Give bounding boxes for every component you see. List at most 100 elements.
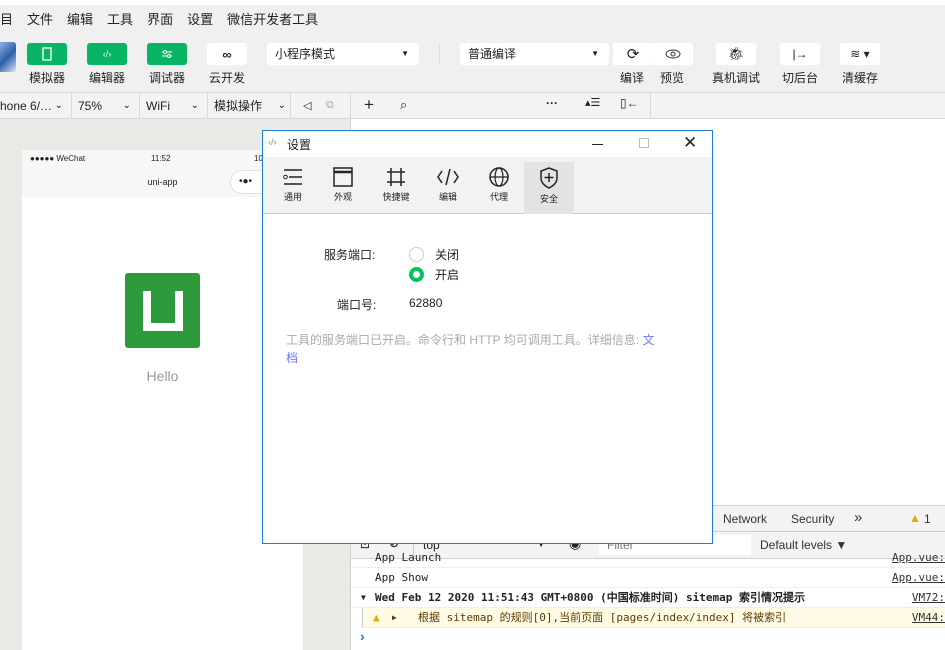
refresh-icon: ⟳ — [626, 46, 640, 63]
zoom-value: 75% — [78, 99, 103, 113]
tab-appearance[interactable]: 外观 — [318, 162, 368, 214]
menu-file[interactable]: 文件 — [27, 9, 53, 28]
simulate-ops-value: 模拟操作 — [214, 99, 263, 113]
warning-icon[interactable]: ▲ — [909, 511, 921, 525]
window-icon — [333, 167, 353, 187]
menu-settings[interactable]: 设置 — [187, 9, 213, 28]
radio-on[interactable] — [409, 267, 424, 282]
tab-label: 快捷键 — [382, 192, 410, 202]
chevron-down-icon: ⌄ — [277, 100, 286, 111]
plus-icon[interactable]: + — [364, 95, 374, 115]
mode-select-value: 小程序模式 — [275, 47, 336, 61]
tab-shortcuts[interactable]: 快捷键 — [371, 162, 421, 214]
dialog-title: 设置 — [287, 138, 312, 152]
remote-debug-label: 真机调试 — [711, 71, 760, 85]
code-icon: ‹/› — [102, 49, 112, 59]
expand-triangle-icon[interactable]: ▼ — [361, 588, 366, 608]
network-select[interactable]: WiFi ⌄ — [140, 93, 208, 119]
clear-cache-button[interactable]: ≋ ▾ — [840, 43, 880, 65]
port-value: 62880 — [409, 296, 443, 310]
divider — [439, 43, 440, 65]
log-group-row[interactable]: ▼ Wed Feb 12 2020 11:51:43 GMT+0800 (中国标准… — [351, 588, 945, 608]
remote-debug-button[interactable]: 🐞︎ — [716, 43, 756, 65]
carrier: ●●●●● WeChat — [30, 154, 86, 163]
log-source-link[interactable]: VM44: — [912, 608, 945, 628]
chevron-down-icon: ⌄ — [122, 100, 131, 111]
search-icon[interactable]: ⌕ — [400, 97, 407, 113]
compile-button[interactable]: ⟳ — [613, 43, 653, 65]
background-button[interactable]: |→ — [780, 43, 820, 65]
zoom-select[interactable]: 75% ⌄ — [72, 93, 140, 119]
more-tabs-icon[interactable]: » — [854, 509, 862, 526]
preview-button[interactable] — [653, 43, 693, 65]
collapse-panel-icon[interactable]: ▯← — [620, 96, 639, 110]
caret-down-icon: ▼ — [401, 49, 409, 58]
menu-bar: 目 文件 编辑 工具 界面 设置 微信开发者工具 — [0, 5, 945, 31]
tab-network[interactable]: Network — [723, 512, 767, 526]
settings-tab-bar: 通用 外观 快捷键 编辑 代理 安全 — [263, 157, 712, 214]
device-value: hone 6/… — [0, 99, 53, 113]
phone-screen[interactable]: ●●●●● WeChat 11:52 10 uni-app •●• Hello — [22, 150, 310, 650]
chevron-down-icon: ⌄ — [190, 100, 199, 111]
simulator-button[interactable] — [27, 43, 67, 65]
layers-icon: ≋ ▾ — [850, 47, 870, 61]
log-warning-row[interactable]: ▲ ▶ 根据 sitemap 的规则[0],当前页面 [pages/index/in… — [362, 608, 945, 628]
log-source-link[interactable]: App.vue: — [892, 568, 945, 588]
format-icon[interactable]: ▴☰ — [585, 96, 600, 109]
simulate-ops-select[interactable]: 模拟操作 ⌄ — [208, 93, 291, 119]
compile-select[interactable]: 普通编译 ▼ — [460, 43, 609, 65]
background-label: 切后台 — [781, 71, 818, 85]
device-select[interactable]: hone 6/… ⌄ — [0, 93, 72, 119]
settings-dialog: ‹/› 设置 ✕ 通用 外观 快捷键 编辑 代理 安全 服务端口: 关闭 开启 … — [262, 130, 713, 544]
tab-general[interactable]: 通用 — [268, 162, 318, 214]
tab-label: 通用 — [283, 192, 302, 202]
log-levels-select[interactable]: Default levels ▼ — [760, 538, 847, 552]
simulator-toolbar: hone 6/… ⌄ 75% ⌄ WiFi ⌄ 模拟操作 ⌄ ◁ ⧉ + ⌕ ··· ▴… — [0, 92, 945, 119]
dialog-title-bar: ‹/› 设置 ✕ — [263, 131, 712, 157]
log-source-link[interactable]: App.vue: — [892, 552, 945, 564]
radio-off-label[interactable]: 关闭 — [435, 246, 459, 263]
close-button[interactable]: ✕ — [683, 133, 697, 153]
tab-label: 代理 — [489, 192, 508, 202]
avatar[interactable] — [0, 42, 16, 72]
menu-item[interactable]: 目 — [0, 9, 13, 28]
cloud-label: 云开发 — [208, 71, 245, 85]
network-value: WiFi — [146, 99, 170, 113]
tab-label: 编辑 — [438, 192, 457, 202]
tab-security[interactable]: 安全 — [524, 162, 574, 214]
menu-wechat-devtools[interactable]: 微信开发者工具 — [227, 9, 318, 28]
shield-plus-icon — [540, 167, 558, 189]
info-text: 工具的服务端口已开启。命令行和 HTTP 均可调用工具。详细信息: — [286, 333, 640, 347]
window-icon[interactable]: ⧉ — [326, 99, 334, 112]
warning-icon: ▲ — [373, 611, 380, 624]
menu-view[interactable]: 界面 — [147, 9, 173, 28]
speaker-icon[interactable]: ◁ — [303, 99, 311, 112]
warning-count[interactable]: 1 — [924, 512, 931, 526]
log-text: App Launch — [375, 552, 442, 564]
debugger-button[interactable] — [147, 43, 187, 65]
eye-icon — [665, 49, 681, 59]
radio-off[interactable] — [409, 247, 424, 262]
mode-select[interactable]: 小程序模式 ▼ — [267, 43, 419, 65]
cloud-button[interactable]: ∞ — [207, 43, 247, 65]
divider — [650, 93, 651, 119]
maximize-button[interactable] — [639, 138, 649, 148]
toolbar: 模拟器 ‹/› 编辑器 调试器 ∞ 云开发 小程序模式 ▼ 普通编译 ▼ ⟳ 编译 … — [0, 31, 945, 91]
menu-edit[interactable]: 编辑 — [67, 9, 93, 28]
radio-on-label[interactable]: 开启 — [435, 266, 459, 283]
tab-security[interactable]: Security — [791, 512, 834, 526]
log-source-link[interactable]: VM72: — [912, 588, 945, 608]
caret-down-icon: ▼ — [591, 49, 599, 58]
minimize-button[interactable] — [592, 144, 603, 145]
more-icon[interactable]: ··· — [546, 96, 558, 110]
tab-proxy[interactable]: 代理 — [474, 162, 524, 214]
expand-triangle-icon[interactable]: ▶ — [392, 608, 397, 628]
editor-button[interactable]: ‹/› — [87, 43, 127, 65]
tab-label: 安全 — [539, 194, 558, 204]
globe-icon — [489, 167, 509, 187]
tab-edit[interactable]: 编辑 — [423, 162, 473, 214]
console-prompt[interactable]: › — [360, 628, 365, 644]
sliders-icon — [283, 169, 302, 185]
hello-text: Hello — [146, 368, 179, 384]
menu-tools[interactable]: 工具 — [107, 9, 133, 28]
